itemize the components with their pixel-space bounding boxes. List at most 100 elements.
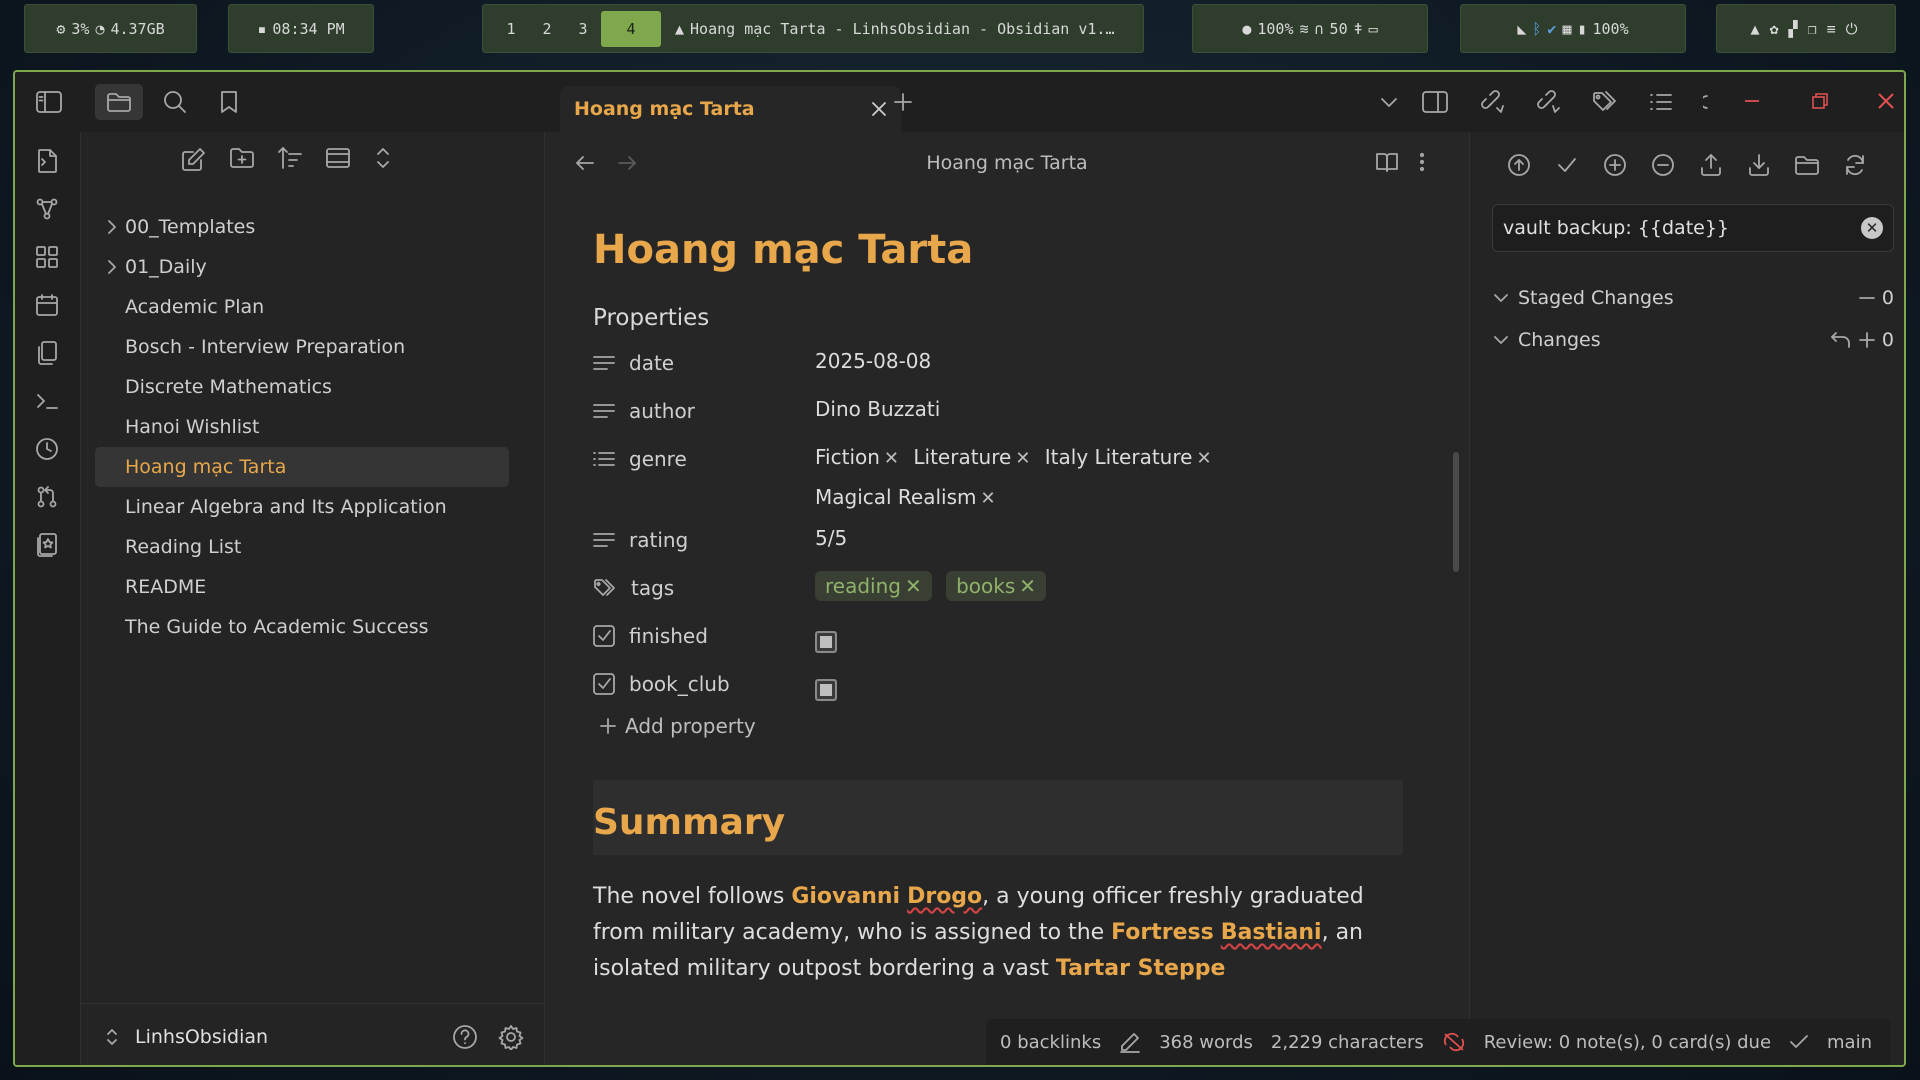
terminal-icon[interactable] [30, 384, 64, 418]
commit-check-icon[interactable] [1548, 146, 1586, 184]
finished-checkbox[interactable] [815, 631, 837, 653]
internal-link[interactable]: Drogo [907, 884, 982, 909]
staged-changes-section[interactable]: Staged Changes 0 [1492, 280, 1894, 316]
property-value[interactable]: Dino Buzzati [815, 397, 940, 421]
unstage-minus-icon[interactable] [1858, 291, 1876, 305]
change-layout-folder-icon[interactable] [1788, 146, 1826, 184]
palette-icon[interactable]: ✿ [1770, 20, 1783, 38]
right-sidebar-toggle-icon[interactable] [1417, 84, 1453, 120]
internal-link[interactable]: Tartar Steppe [1056, 956, 1225, 981]
maximize-icon[interactable] [1805, 86, 1835, 116]
stage-plus-icon[interactable] [1858, 331, 1876, 349]
templates-icon[interactable] [30, 336, 64, 370]
file-item-active[interactable]: Hoang mạc Tarta [95, 447, 509, 487]
clear-input-icon[interactable]: ✕ [1861, 217, 1883, 239]
history-icon[interactable] [30, 432, 64, 466]
property-key[interactable]: genre [629, 447, 687, 471]
remove-chip-icon[interactable]: ✕ [1019, 574, 1036, 598]
editor-scrollbar[interactable] [1453, 452, 1459, 572]
summary-heading[interactable]: Summary [593, 780, 1403, 855]
outline-icon[interactable] [1643, 84, 1679, 120]
stage-all-icon[interactable] [1596, 146, 1634, 184]
file-item[interactable]: The Guide to Academic Success [95, 607, 509, 647]
book-club-checkbox[interactable] [815, 679, 837, 701]
commit-and-sync-icon[interactable] [1500, 146, 1538, 184]
calendar-icon[interactable] [30, 288, 64, 322]
commit-message-input[interactable]: vault backup: {{date}} ✕ [1492, 204, 1894, 252]
bookmark-icon[interactable] [211, 84, 247, 120]
property-key[interactable]: tags [631, 576, 674, 600]
property-key[interactable]: date [629, 351, 674, 375]
backlinks-count[interactable]: 0 backlinks [1000, 1032, 1101, 1053]
tags-icon[interactable] [593, 578, 617, 598]
property-key[interactable]: book_club [629, 672, 730, 696]
changes-section[interactable]: Changes 0 [1492, 322, 1894, 358]
layout-icon[interactable]: ▞ [1789, 20, 1802, 38]
vault-switcher[interactable]: LinhsObsidian [81, 1003, 544, 1065]
more-options-icon[interactable] [1419, 151, 1425, 173]
unstage-all-icon[interactable] [1644, 146, 1682, 184]
discard-undo-icon[interactable] [1830, 331, 1852, 349]
tab-list-chevron-icon[interactable] [1371, 84, 1407, 120]
internal-link[interactable]: Bastiani [1221, 920, 1322, 945]
workspace-2[interactable]: 2 [529, 20, 565, 38]
checkbox-type-icon[interactable] [593, 673, 615, 695]
close-window-icon[interactable] [1871, 86, 1901, 116]
tag-chip[interactable]: books ✕ [946, 571, 1047, 601]
checkbox-type-icon[interactable] [593, 625, 615, 647]
tab-hoang-mac-tarta[interactable]: Hoang mạc Tarta [560, 86, 901, 132]
expand-collapse-icon[interactable] [373, 146, 393, 172]
open-quick-switcher-icon[interactable] [30, 144, 64, 178]
auto-reveal-icon[interactable] [325, 146, 351, 172]
reading-view-icon[interactable] [1375, 151, 1399, 173]
sync-error-icon[interactable] [1442, 1031, 1466, 1053]
file-item[interactable]: Linear Algebra and Its Application [95, 487, 509, 527]
lock-icon[interactable]: ▲ [1750, 20, 1763, 38]
summary-paragraph[interactable]: The novel follows Giovanni Drogo, a youn… [593, 879, 1403, 987]
view-header-title[interactable]: Hoang mạc Tarta [545, 152, 1469, 174]
folder-icon[interactable] [95, 84, 143, 120]
internal-link[interactable]: Fortress [1111, 920, 1214, 945]
genre-chip[interactable]: Literature ✕ [913, 445, 1030, 469]
folder-item[interactable]: 00_Templates [95, 207, 509, 247]
review-status[interactable]: Review: 0 note(s), 0 card(s) due [1484, 1032, 1771, 1053]
workspace-1[interactable]: 1 [493, 20, 529, 38]
search-icon[interactable] [157, 84, 193, 120]
flashcards-icon[interactable] [30, 528, 64, 562]
sidebar-toggle-icon[interactable] [31, 84, 67, 120]
pencil-icon[interactable] [1119, 1031, 1141, 1053]
text-lines-icon[interactable] [593, 531, 615, 549]
genre-chip[interactable]: Fiction ✕ [815, 445, 899, 469]
power-icon[interactable]: ⏻ [1846, 20, 1862, 38]
new-folder-icon[interactable] [229, 146, 255, 172]
workspace-3[interactable]: 3 [565, 20, 601, 38]
tag-chip[interactable]: reading ✕ [815, 571, 932, 601]
file-item[interactable]: Hanoi Wishlist [95, 407, 509, 447]
file-item[interactable]: README [95, 567, 509, 607]
property-value[interactable]: 2025-08-08 [815, 349, 931, 373]
canvas-icon[interactable] [30, 240, 64, 274]
text-lines-icon[interactable] [593, 354, 615, 372]
remove-chip-icon[interactable]: ✕ [1015, 448, 1030, 469]
property-key[interactable]: author [629, 399, 695, 423]
remove-chip-icon[interactable]: ✕ [884, 448, 899, 469]
menu-icon[interactable]: ≡ [1827, 20, 1840, 38]
graph-view-icon[interactable] [30, 192, 64, 226]
remove-chip-icon[interactable]: ✕ [1196, 448, 1211, 469]
properties-heading[interactable]: Properties [593, 305, 1403, 331]
new-note-icon[interactable] [181, 146, 207, 172]
copy-icon[interactable]: ❐ [1808, 20, 1821, 38]
git-branch[interactable]: main [1827, 1032, 1872, 1053]
folder-item[interactable]: 01_Daily [95, 247, 509, 287]
genre-chip[interactable]: Italy Literature ✕ [1045, 445, 1212, 469]
internal-link[interactable]: Giovanni [791, 884, 900, 909]
file-item[interactable]: Bosch - Interview Preparation [95, 327, 509, 367]
backlinks-icon[interactable] [1531, 84, 1567, 120]
git-pull-request-icon[interactable] [30, 480, 64, 514]
outgoing-links-icon[interactable] [1475, 84, 1511, 120]
remove-chip-icon[interactable]: ✕ [981, 488, 996, 509]
push-icon[interactable] [1692, 146, 1730, 184]
workspace-4[interactable]: 4 [601, 10, 661, 47]
more-panes-icon[interactable] [1699, 84, 1713, 120]
pull-icon[interactable] [1740, 146, 1778, 184]
